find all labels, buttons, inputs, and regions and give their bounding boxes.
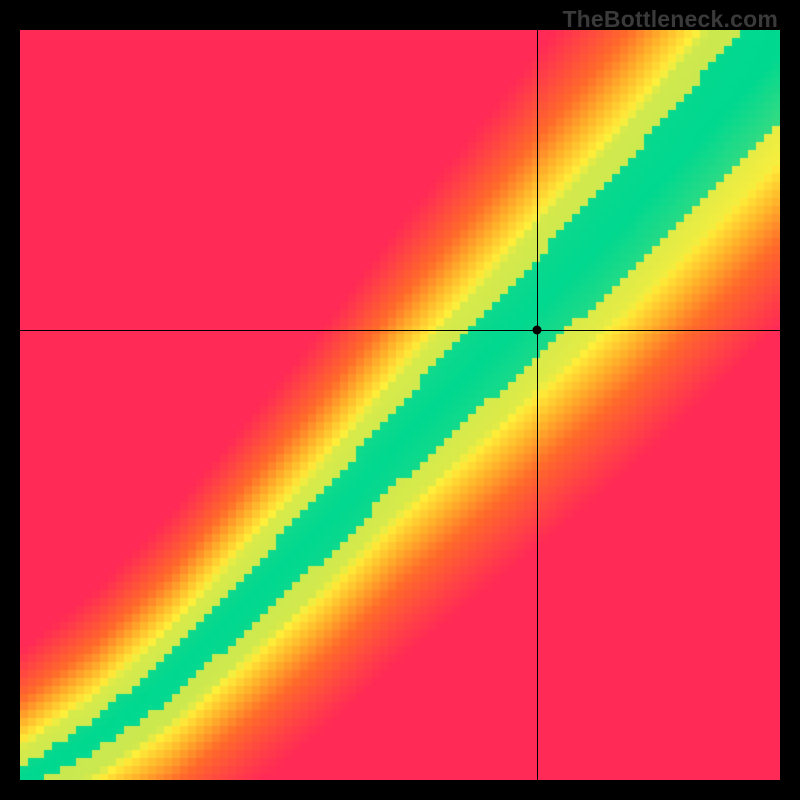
data-point-marker	[532, 326, 541, 335]
crosshair-vertical	[537, 30, 538, 780]
heatmap-canvas	[20, 30, 780, 780]
heatmap-plot	[20, 30, 780, 780]
watermark-text: TheBottleneck.com	[562, 6, 778, 33]
crosshair-horizontal	[20, 330, 780, 331]
chart-container: TheBottleneck.com	[0, 0, 800, 800]
